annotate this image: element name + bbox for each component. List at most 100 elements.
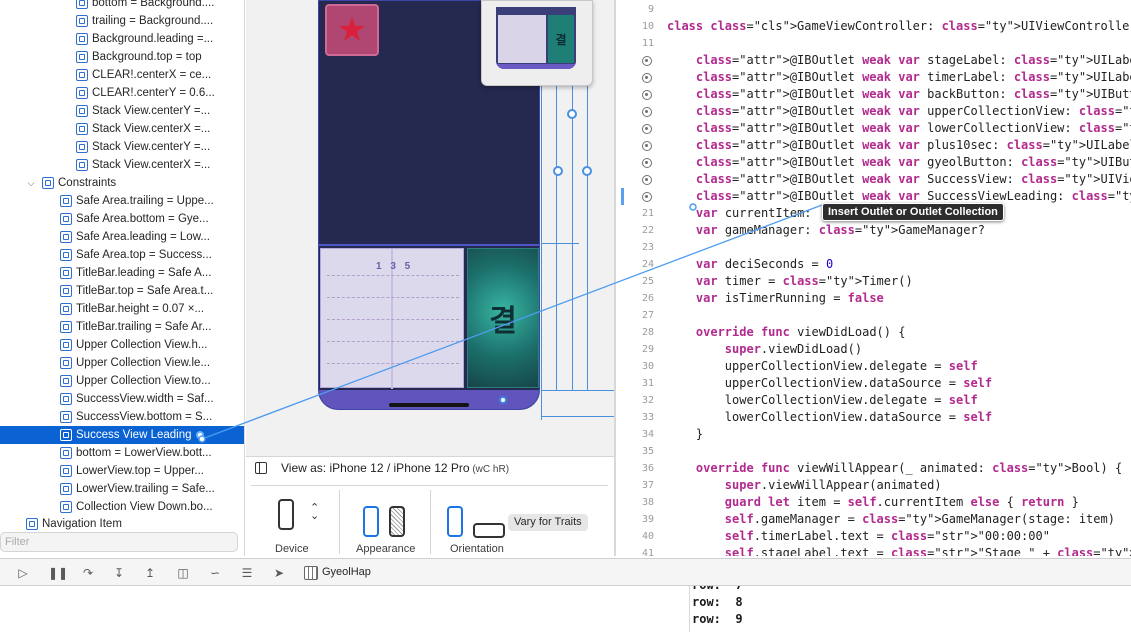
code-line[interactable]: 24 var deciSeconds = 0 — [616, 256, 1131, 273]
upper-collection-view[interactable]: 1 3 5 — [320, 248, 464, 389]
outline-row[interactable]: Stack View.centerY =... — [0, 138, 244, 156]
simulate-location-icon[interactable]: ➤ — [272, 566, 286, 580]
outline-row[interactable]: SuccessView.bottom = S... — [0, 408, 244, 426]
code-line[interactable]: class="attr">@IBOutlet weak var upperCol… — [616, 103, 1131, 120]
outline-row[interactable]: Upper Collection View.h... — [0, 336, 244, 354]
constraints-group[interactable]: ⌵ Constraints — [0, 174, 244, 192]
outline-row[interactable]: Stack View.centerX =... — [0, 120, 244, 138]
code-line[interactable]: 36 override func viewWillAppear(_ animat… — [616, 460, 1131, 477]
constraint-handle[interactable] — [567, 109, 577, 119]
code-line[interactable]: 31 upperCollectionView.dataSource = self — [616, 375, 1131, 392]
code-line[interactable]: 37 super.viewWillAppear(animated) — [616, 477, 1131, 494]
outline-row-selected[interactable]: Success View Leading — [0, 426, 244, 444]
code-line[interactable]: 39 self.gameManager = class="ty">GameMan… — [616, 511, 1131, 528]
scheme-name[interactable]: GyeolHap — [322, 566, 371, 578]
code-line[interactable]: 25 var timer = class="ty">Timer() — [616, 273, 1131, 290]
outlet-connected-icon[interactable] — [642, 192, 652, 202]
outlet-connected-icon[interactable] — [642, 90, 652, 100]
portrait-orientation-icon[interactable] — [447, 506, 463, 537]
outlet-connected-icon[interactable] — [642, 73, 652, 83]
step-into-icon[interactable]: ↧ — [112, 566, 126, 580]
star-icon[interactable]: ★ — [325, 4, 379, 56]
code-line[interactable]: 40 self.timerLabel.text = class="str">"0… — [616, 528, 1131, 545]
outlet-connected-icon[interactable] — [642, 107, 652, 117]
code-line[interactable]: 10 class class="cls">GameViewController: … — [616, 18, 1131, 35]
code-line[interactable]: 32 lowerCollectionView.delegate = self — [616, 392, 1131, 409]
outline-row[interactable]: bottom = Background.... — [0, 0, 244, 12]
code-line[interactable]: 27 — [616, 307, 1131, 324]
constraint-handle[interactable] — [499, 396, 507, 404]
code-line[interactable]: 28 override func viewDidLoad() { — [616, 324, 1131, 341]
outline-row[interactable]: Safe Area.top = Success... — [0, 246, 244, 264]
outline-row[interactable]: Safe Area.bottom = Gye... — [0, 210, 244, 228]
gyeol-button[interactable]: 결 — [467, 248, 539, 388]
disclosure-icon[interactable]: ⌵ — [26, 178, 36, 189]
storyboard-canvas[interactable]: ★ 1 3 5 결 결 — [246, 0, 614, 456]
outlet-connected-icon[interactable] — [642, 124, 652, 134]
outlet-connected-icon[interactable] — [642, 56, 652, 66]
outline-row[interactable]: CLEAR!.centerY = 0.6... — [0, 84, 244, 102]
code-line[interactable]: 33 lowerCollectionView.dataSource = self — [616, 409, 1131, 426]
outline-row[interactable]: Safe Area.trailing = Uppe... — [0, 192, 244, 210]
outline-filter-input[interactable]: Filter — [0, 532, 238, 552]
navigation-item[interactable]: Navigation Item — [0, 515, 244, 533]
code-line[interactable]: 9 — [616, 1, 1131, 18]
code-line[interactable]: class="attr">@IBOutlet weak var SuccessV… — [616, 171, 1131, 188]
outline-row[interactable]: Background.top = top — [0, 48, 244, 66]
outline-row[interactable]: Collection View Down.bo... — [0, 498, 244, 516]
code-line[interactable]: class="attr">@IBOutlet weak var stageLab… — [616, 52, 1131, 69]
vary-for-traits-button[interactable]: Vary for Traits — [508, 514, 588, 531]
outline-row[interactable]: LowerView.trailing = Safe... — [0, 480, 244, 498]
console[interactable]: row: 7 row: 8 row: 9 — [0, 586, 1131, 632]
outline-row[interactable]: SuccessView.width = Saf... — [0, 390, 244, 408]
light-appearance-icon[interactable] — [363, 506, 379, 537]
hide-debug-area-icon[interactable]: ▷ — [16, 566, 30, 580]
code-line[interactable]: 11 — [616, 35, 1131, 52]
step-out-icon[interactable]: ↥ — [143, 566, 157, 580]
outline-row[interactable]: Stack View.centerY =... — [0, 102, 244, 120]
outline-row[interactable]: Upper Collection View.le... — [0, 354, 244, 372]
view-hierarchy-icon[interactable]: ◫ — [176, 566, 190, 580]
memory-graph-icon[interactable]: ∽ — [208, 566, 222, 580]
step-over-icon[interactable]: ↷ — [81, 566, 95, 580]
outlet-connected-icon[interactable] — [642, 141, 652, 151]
outline-row[interactable]: LowerView.top = Upper... — [0, 462, 244, 480]
code-line[interactable]: 29 super.viewDidLoad() — [616, 341, 1131, 358]
outlet-connected-icon[interactable] — [642, 158, 652, 168]
outlet-connected-icon[interactable] — [642, 175, 652, 185]
scene-preview-thumbnail[interactable]: 결 — [481, 0, 593, 86]
outline-row[interactable]: Upper Collection View.to... — [0, 372, 244, 390]
outline-row[interactable]: Safe Area.leading = Low... — [0, 228, 244, 246]
outline-row[interactable]: Stack View.centerX =... — [0, 156, 244, 174]
code-line[interactable]: class="attr">@IBOutlet weak var timerLab… — [616, 69, 1131, 86]
code-line[interactable]: 26 var isTimerRunning = false — [616, 290, 1131, 307]
code-line[interactable]: 22 var gameManager: class="ty">GameManag… — [616, 222, 1131, 239]
constraint-handle[interactable] — [582, 166, 592, 176]
code-line[interactable]: 35 — [616, 443, 1131, 460]
constraint-handle[interactable] — [553, 166, 563, 176]
device-stepper-icon[interactable]: ⌃ ⌄ — [310, 503, 319, 522]
code-line[interactable]: 34 } — [616, 426, 1131, 443]
pause-icon[interactable]: ❚❚ — [48, 566, 68, 580]
outline-row[interactable]: bottom = LowerView.bott... — [0, 444, 244, 462]
outline-row[interactable]: Background.leading =... — [0, 30, 244, 48]
code-line[interactable]: class="attr">@IBOutlet weak var backButt… — [616, 86, 1131, 103]
outline-row[interactable]: TitleBar.leading = Safe A... — [0, 264, 244, 282]
code-editor[interactable]: 9 10 class class="cls">GameViewController:… — [616, 0, 1131, 556]
code-line[interactable]: class="attr">@IBOutlet weak var plus10se… — [616, 137, 1131, 154]
device-phone-icon[interactable] — [278, 499, 294, 530]
code-line[interactable]: 38 guard let item = self.currentItem els… — [616, 494, 1131, 511]
sidebar-toggle-icon[interactable] — [255, 462, 267, 474]
code-line[interactable]: 41 self.stageLabel.text = class="str">"S… — [616, 545, 1131, 556]
outline-row[interactable]: TitleBar.trailing = Safe Ar... — [0, 318, 244, 336]
outline-row[interactable]: CLEAR!.centerX = ce... — [0, 66, 244, 84]
code-line[interactable]: 23 — [616, 239, 1131, 256]
outline-row[interactable]: TitleBar.height = 0.07 ×... — [0, 300, 244, 318]
outline-row[interactable]: TitleBar.top = Safe Area.t... — [0, 282, 244, 300]
outline-row[interactable]: trailing = Background.... — [0, 12, 244, 30]
landscape-orientation-icon[interactable] — [473, 523, 505, 538]
dark-appearance-icon[interactable] — [389, 506, 405, 537]
code-line[interactable]: 30 upperCollectionView.delegate = self — [616, 358, 1131, 375]
code-line[interactable]: class="attr">@IBOutlet weak var lowerCol… — [616, 120, 1131, 137]
code-line[interactable]: class="attr">@IBOutlet weak var gyeolBut… — [616, 154, 1131, 171]
